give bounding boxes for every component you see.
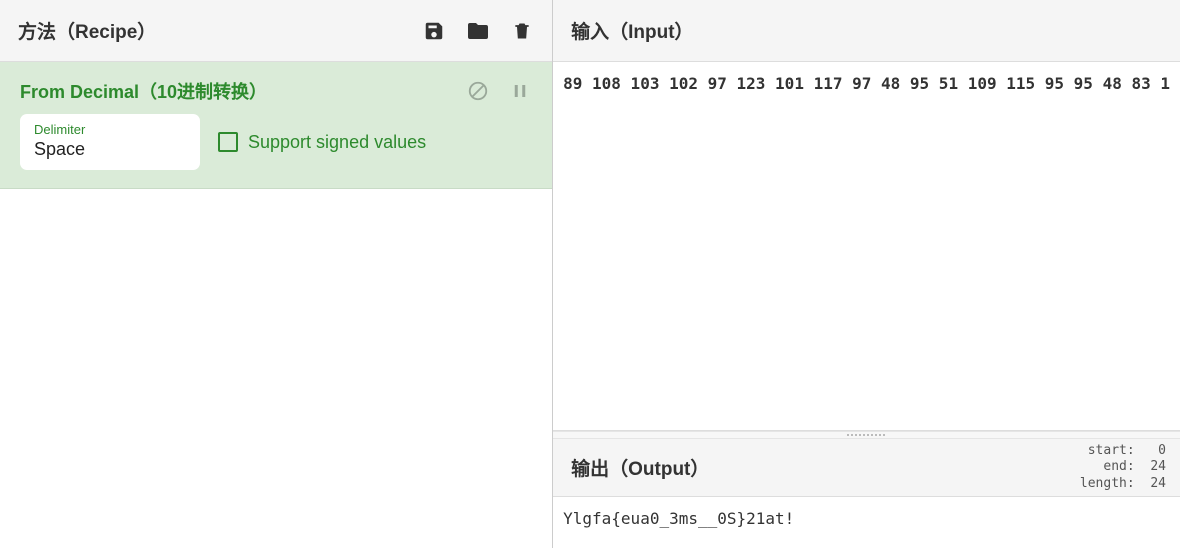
input-textarea[interactable]: 89 108 103 102 97 123 101 117 97 48 95 5… xyxy=(553,62,1180,431)
operation-controls xyxy=(466,79,532,103)
input-title: 输入（Input） xyxy=(571,17,693,44)
input-header: 输入（Input） xyxy=(553,0,1180,62)
operation-title: From Decimal（10进制转换） xyxy=(20,78,267,104)
output-title: 输出（Output） xyxy=(571,454,709,481)
save-icon[interactable] xyxy=(422,19,446,43)
output-stats-text: start: 0 end: 24 length: 24 xyxy=(1080,443,1166,491)
operation-header: From Decimal（10进制转换） xyxy=(0,62,552,114)
recipe-pane: 方法（Recipe） From Decimal（10进制转换） xyxy=(0,0,553,548)
io-splitter[interactable] xyxy=(553,431,1180,439)
delimiter-value: Space xyxy=(34,139,186,160)
app-root: 方法（Recipe） From Decimal（10进制转换） xyxy=(0,0,1180,548)
recipe-header-icons xyxy=(422,19,534,43)
output-textarea[interactable]: Ylgfa{eua0_3ms__0S}21at! xyxy=(553,497,1180,548)
output-section: 输出（Output） start: 0 end: 24 length: 24 Y… xyxy=(553,439,1180,548)
delimiter-select[interactable]: Delimiter Space xyxy=(20,114,200,170)
recipe-header: 方法（Recipe） xyxy=(0,0,552,62)
operation-block: From Decimal（10进制转换） Delimiter Space xyxy=(0,62,552,189)
pause-icon[interactable] xyxy=(508,79,532,103)
operation-body: Delimiter Space Support signed values xyxy=(0,114,552,188)
trash-icon[interactable] xyxy=(510,19,534,43)
delimiter-label: Delimiter xyxy=(34,122,186,137)
folder-icon[interactable] xyxy=(466,19,490,43)
signed-checkbox[interactable] xyxy=(218,132,238,152)
io-pane: 输入（Input） 89 108 103 102 97 123 101 117 … xyxy=(553,0,1180,548)
signed-checkbox-label: Support signed values xyxy=(248,132,426,153)
disable-icon[interactable] xyxy=(466,79,490,103)
output-stats: start: 0 end: 24 length: 24 xyxy=(1080,443,1166,492)
output-header: 输出（Output） start: 0 end: 24 length: 24 xyxy=(553,439,1180,497)
signed-checkbox-row[interactable]: Support signed values xyxy=(218,132,426,153)
recipe-title: 方法（Recipe） xyxy=(18,17,156,44)
